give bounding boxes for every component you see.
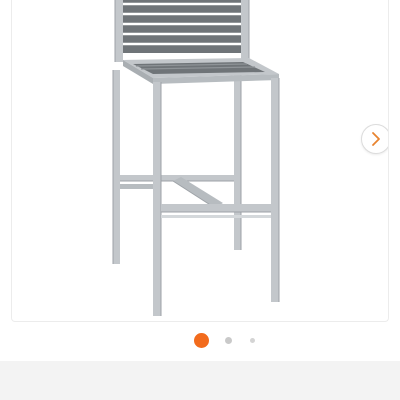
pager-dot-1-active[interactable] xyxy=(194,333,209,348)
pager-dot-3[interactable] xyxy=(250,338,255,343)
image-pager xyxy=(0,332,400,348)
chevron-right-icon xyxy=(372,132,380,146)
bottom-panel xyxy=(0,361,400,400)
next-image-button[interactable] xyxy=(361,124,388,154)
pager-dot-2[interactable] xyxy=(225,337,232,344)
bar-stool-product-image xyxy=(112,0,280,316)
product-image-gallery[interactable] xyxy=(11,0,389,322)
product-screen xyxy=(0,0,400,400)
